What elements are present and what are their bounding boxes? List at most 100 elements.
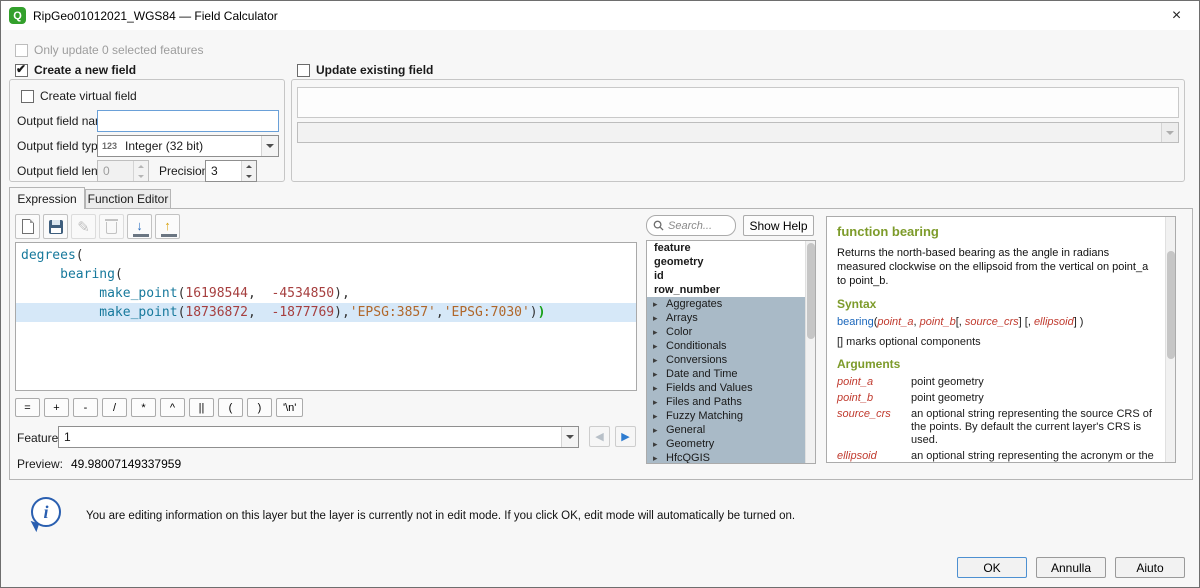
tree-item[interactable]: feature: [647, 241, 805, 255]
syntax-line: bearing(point_a, point_b[, source_crs] […: [837, 316, 1159, 328]
update-existing-field-checkbox[interactable]: Update existing field: [297, 63, 433, 77]
import-expression-button[interactable]: ↓: [127, 214, 152, 239]
code-line[interactable]: bearing(: [16, 265, 636, 284]
expression-editor[interactable]: degrees( bearing( make_point(16198544, -…: [15, 242, 637, 391]
export-icon: ↑: [164, 218, 171, 235]
code-line[interactable]: degrees(: [16, 246, 636, 265]
tree-item[interactable]: ▸Aggregates: [647, 297, 805, 311]
code-line[interactable]: make_point(18736872, -1877769),'EPSG:385…: [16, 303, 636, 322]
save-icon: [49, 220, 63, 234]
dialog-buttons: OK Annulla Aiuto: [957, 557, 1185, 578]
tree-item[interactable]: geometry: [647, 255, 805, 269]
tab-label: Expression: [17, 192, 76, 206]
save-expression-button[interactable]: [43, 214, 68, 239]
tab-function-editor[interactable]: Function Editor: [85, 189, 171, 209]
create-new-field-checkbox[interactable]: Create a new field: [15, 63, 136, 77]
tree-item[interactable]: ▸Date and Time: [647, 367, 805, 381]
existing-field-list: [297, 87, 1179, 118]
argument-row: point_apoint geometry: [837, 376, 1159, 389]
close-icon[interactable]: ×: [1154, 1, 1199, 30]
operator-button[interactable]: ||: [189, 398, 214, 417]
expand-arrow-icon[interactable]: ▸: [653, 381, 658, 395]
output-field-name-input[interactable]: [97, 110, 279, 132]
expand-arrow-icon[interactable]: ▸: [653, 297, 658, 311]
expand-arrow-icon[interactable]: ▸: [653, 311, 658, 325]
operator-button[interactable]: '\n': [276, 398, 303, 417]
search-icon: [653, 220, 664, 231]
tree-item[interactable]: row_number: [647, 283, 805, 297]
checkbox-box: [297, 64, 310, 77]
expand-arrow-icon[interactable]: ▸: [653, 409, 658, 423]
arguments-heading: Arguments: [837, 357, 1159, 371]
expand-arrow-icon[interactable]: ▸: [653, 325, 658, 339]
operator-button[interactable]: =: [15, 398, 40, 417]
function-tree-scrollbar[interactable]: [805, 241, 815, 463]
checkbox-box: [15, 64, 28, 77]
expand-arrow-icon[interactable]: ▸: [653, 353, 658, 367]
tree-item[interactable]: ▸ Conditionals: [647, 339, 805, 353]
argument-name: point_a: [837, 376, 911, 389]
operator-button[interactable]: +: [44, 398, 69, 417]
operator-button[interactable]: *: [131, 398, 156, 417]
tree-item[interactable]: ▸Files and Paths: [647, 395, 805, 409]
scrollbar-thumb[interactable]: [1167, 251, 1175, 359]
operator-button[interactable]: (: [218, 398, 243, 417]
ok-button[interactable]: OK: [957, 557, 1027, 578]
tree-item-label: Conversions: [666, 354, 727, 366]
create-virtual-field-checkbox[interactable]: Create virtual field: [21, 89, 137, 103]
tree-item-label: Conditionals: [666, 340, 727, 352]
tree-item[interactable]: ▸Arrays: [647, 311, 805, 325]
tab-expression[interactable]: Expression: [9, 187, 85, 209]
tree-item-label: Fuzzy Matching: [666, 410, 743, 422]
precision-spinner[interactable]: 3: [205, 160, 257, 182]
argument-row: source_crsan optional string representin…: [837, 408, 1159, 447]
tree-item[interactable]: ▸HfcQGIS: [647, 451, 805, 464]
tree-item[interactable]: ▸ Conversions: [647, 353, 805, 367]
preview-label: Preview:: [17, 457, 63, 471]
expand-arrow-icon[interactable]: ▸: [653, 395, 658, 409]
operator-bar: =+-/*^||()'\n': [15, 398, 303, 417]
scrollbar-thumb[interactable]: [807, 243, 815, 339]
new-expression-button[interactable]: [15, 214, 40, 239]
help-button[interactable]: Aiuto: [1115, 557, 1185, 578]
expand-arrow-icon[interactable]: ▸: [653, 367, 658, 381]
next-feature-button[interactable]: ▶: [615, 426, 636, 447]
chevron-down-icon[interactable]: [261, 136, 278, 156]
chevron-down-icon[interactable]: [561, 427, 578, 447]
arrow-left-icon: ◀: [595, 430, 603, 443]
tree-item[interactable]: ▸Geometry: [647, 437, 805, 451]
tree-item[interactable]: id: [647, 269, 805, 283]
argument-row: point_bpoint geometry: [837, 392, 1159, 405]
tree-item[interactable]: ▸Fields and Values: [647, 381, 805, 395]
show-help-button[interactable]: Show Help: [743, 215, 814, 236]
tree-item[interactable]: ▸ General: [647, 423, 805, 437]
operator-button[interactable]: ): [247, 398, 272, 417]
cancel-button[interactable]: Annulla: [1036, 557, 1106, 578]
feature-select[interactable]: 1: [58, 426, 579, 448]
expand-arrow-icon[interactable]: ▸: [653, 437, 658, 451]
operator-button[interactable]: ^: [160, 398, 185, 417]
tree-item[interactable]: ▸Color: [647, 325, 805, 339]
spinner-buttons[interactable]: [241, 161, 256, 181]
operator-button[interactable]: /: [102, 398, 127, 417]
tree-item-label: General: [666, 424, 705, 436]
help-scrollbar[interactable]: [1165, 217, 1175, 462]
expand-arrow-icon[interactable]: ▸: [653, 451, 658, 464]
function-tree[interactable]: featuregeometryidrow_number▸Aggregates▸A…: [646, 240, 816, 464]
export-expression-button[interactable]: ↑: [155, 214, 180, 239]
output-field-type-value: Integer (32 bit): [120, 139, 203, 153]
expand-arrow-icon[interactable]: ▸: [653, 423, 658, 437]
argument-name: point_b: [837, 392, 911, 405]
expand-arrow-icon[interactable]: ▸: [653, 339, 658, 353]
argument-description: an optional string representing the sour…: [911, 408, 1159, 447]
operator-button[interactable]: -: [73, 398, 98, 417]
function-search-input[interactable]: Search...: [646, 215, 736, 236]
code-line[interactable]: make_point(16198544, -4534850),: [16, 284, 636, 303]
delete-expression-button: [99, 214, 124, 239]
output-field-type-select[interactable]: 123 Integer (32 bit): [97, 135, 279, 157]
field-calculator-dialog: Q RipGeo01012021_WGS84 — Field Calculato…: [0, 0, 1200, 588]
output-field-type-label: Output field type: [17, 139, 104, 153]
feature-label: Feature: [17, 431, 58, 445]
tree-item[interactable]: ▸ Fuzzy Matching: [647, 409, 805, 423]
help-title: function bearing: [837, 224, 1159, 239]
